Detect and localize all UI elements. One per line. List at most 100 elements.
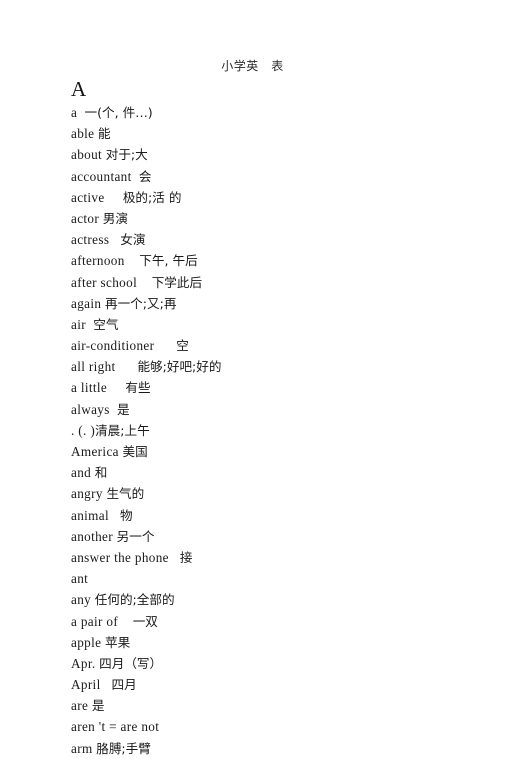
entry-term: answer the phone	[71, 549, 169, 565]
entry-gloss: 一(个, 件…)	[84, 105, 153, 120]
entry-spacer	[132, 169, 139, 184]
entry-spacer	[101, 677, 112, 692]
entry-term: animal	[71, 507, 109, 523]
entry-gloss: 空气	[93, 316, 119, 332]
entry-term: active	[71, 189, 105, 205]
entry-term: after school	[71, 274, 138, 290]
vocabulary-entry: a 一(个, 件…)	[71, 102, 481, 123]
entry-term: air-conditioner	[71, 338, 155, 354]
entry-gloss: 物	[119, 507, 133, 523]
vocabulary-entry: any 任何的;全部的	[71, 589, 481, 610]
entry-spacer	[125, 253, 140, 268]
vocabulary-entry: angry 生气的	[71, 483, 481, 504]
vocabulary-entry: Apr. 四月（写）	[71, 653, 481, 674]
entry-term: a little	[71, 380, 108, 396]
vocabulary-entry: actor 男演	[71, 208, 481, 229]
entry-term: about	[71, 147, 103, 163]
entry-term: any	[71, 592, 92, 608]
vocabulary-body: A a 一(个, 件…) able 能 about 对于;大 accountant 会…	[71, 78, 481, 759]
vocabulary-entry: always 是	[71, 399, 481, 420]
entry-gloss: 苹果	[104, 634, 131, 650]
entry-gloss: 会	[138, 168, 152, 184]
vocabulary-entry: a little 有些	[71, 377, 481, 398]
entry-gloss: 再一个;又;再	[104, 295, 177, 311]
vocabulary-entry: afternoon 下午, 午后	[71, 250, 481, 271]
entry-term: and	[71, 465, 92, 481]
entry-gloss: 胳膊;手臂	[96, 740, 151, 756]
entry-gloss: 男演	[102, 210, 128, 226]
vocabulary-entry: ant	[71, 568, 481, 589]
vocabulary-entry: apple 苹果	[71, 632, 481, 653]
vocabulary-entry: April 四月	[71, 674, 481, 695]
vocabulary-entry: actress 女演	[71, 229, 481, 250]
entry-spacer	[137, 275, 152, 290]
document-page: 小学英 表 A a 一(个, 件…) able 能 about 对于;大 accoun…	[0, 0, 505, 756]
entry-gloss: 和	[94, 465, 108, 481]
entry-gloss: 下午, 午后	[139, 253, 198, 269]
entry-spacer	[154, 338, 176, 353]
vocabulary-entry: arm 胳膊;手臂	[71, 738, 481, 759]
entry-term: again	[71, 295, 102, 311]
vocabulary-entry: accountant 会	[71, 166, 481, 187]
entry-gloss: 能	[98, 126, 111, 142]
entry-gloss: 下学此后	[151, 274, 203, 290]
vocabulary-entry: . (. )清晨;上午	[71, 420, 481, 441]
entry-term: April	[71, 677, 101, 693]
vocabulary-entry: aren 't = are not	[71, 716, 481, 737]
vocabulary-entry: a pair of 一双	[71, 611, 481, 632]
vocabulary-entry: able 能	[71, 123, 481, 144]
entry-gloss: 清晨;上午	[95, 422, 150, 438]
entry-gloss: 是	[117, 401, 130, 417]
vocabulary-entry: animal 物	[71, 505, 481, 526]
entry-term: able	[71, 126, 95, 142]
entry-gloss: 极的;活 的	[122, 189, 182, 205]
entry-term: apple	[71, 634, 102, 650]
entry-spacer	[109, 232, 120, 247]
entry-term: all right	[71, 359, 116, 375]
entry-term: a pair of	[71, 613, 119, 629]
vocabulary-entry: air 空气	[71, 314, 481, 335]
vocabulary-entry: America 美国	[71, 441, 481, 462]
vocabulary-entry: all right 能够;好吧;好的	[71, 356, 481, 377]
entry-spacer	[116, 359, 138, 374]
entry-gloss: 任何的;全部的	[94, 592, 175, 608]
page-title: 小学英 表	[221, 59, 284, 73]
entry-term: air	[71, 316, 86, 332]
entry-gloss: 接	[179, 549, 193, 565]
entry-spacer	[107, 380, 125, 395]
entry-term: actor	[71, 210, 100, 226]
vocabulary-entry: another 另一个	[71, 526, 481, 547]
vocabulary-entry: air-conditioner 空	[71, 335, 481, 356]
section-letter-heading: A	[71, 77, 87, 101]
entry-gloss: 能够;好吧;好的	[137, 359, 222, 375]
entry-gloss: 生气的	[106, 486, 145, 502]
entry-term: angry	[71, 486, 103, 502]
vocabulary-entry: about 对于;大	[71, 144, 481, 165]
entry-term: . (. )	[71, 422, 96, 438]
entry-spacer	[77, 105, 84, 120]
entry-gloss: 美国	[122, 444, 148, 459]
vocabulary-entry: and 和	[71, 462, 481, 483]
entry-term: accountant	[71, 168, 132, 184]
entry-term: ant	[71, 571, 89, 587]
vocabulary-entry-list: a 一(个, 件…) able 能 about 对于;大 accountant 会 ac…	[71, 102, 481, 759]
entry-spacer	[109, 508, 120, 523]
entry-gloss: 空	[176, 338, 189, 354]
vocabulary-entry: are 是	[71, 695, 481, 716]
entry-gloss: 对于;大	[105, 147, 148, 163]
entry-spacer	[110, 402, 117, 417]
entry-spacer	[118, 614, 133, 629]
entry-gloss: 有些	[125, 380, 151, 396]
vocabulary-entry: answer the phone 接	[71, 547, 481, 568]
entry-term: aren 't = are not	[71, 719, 160, 735]
vocabulary-entry: again 再一个;又;再	[71, 293, 481, 314]
entry-term: another	[71, 528, 113, 544]
entry-term: Apr.	[71, 655, 96, 671]
entry-gloss: 四月	[111, 677, 137, 693]
entry-spacer	[169, 550, 180, 565]
entry-gloss: 一双	[132, 613, 158, 629]
entry-term: actress	[71, 232, 110, 248]
entry-gloss: 另一个	[116, 528, 155, 544]
entry-gloss: 四月（写）	[99, 655, 163, 671]
entry-gloss: 是	[91, 698, 105, 714]
